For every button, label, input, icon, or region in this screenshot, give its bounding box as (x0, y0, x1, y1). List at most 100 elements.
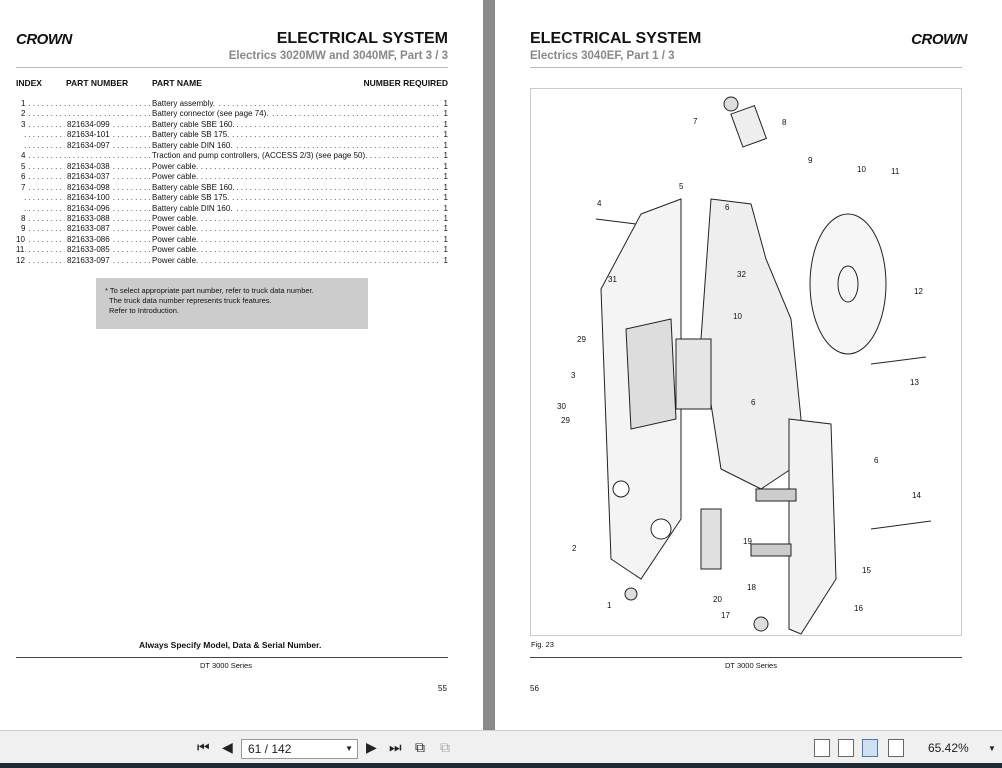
row-index: 2 (21, 109, 27, 119)
table-row: . . . . . . . . . . . . . . . . . . . . … (24, 193, 448, 203)
single-page-view-icon[interactable] (814, 739, 830, 757)
row-index: 7 (21, 182, 27, 192)
row-quantity: 1 (441, 213, 448, 223)
exploded-diagram: 7 8 9 5 4 6 10 11 12 31 32 10 29 3 30 29 6 13 6 14 19 2 15 18 20… (530, 88, 962, 649)
row-part-number: 821634-037 (65, 172, 112, 182)
row-quantity: 1 (441, 99, 448, 108)
callout-number: 29 (561, 416, 570, 425)
two-page-view-icon[interactable] (862, 739, 878, 757)
row-part-name: Traction and pump controllers, (ACCESS 2… (152, 151, 370, 161)
row-index: 10 (16, 234, 26, 244)
row-index: 3 (21, 119, 27, 129)
callout-number: 19 (743, 537, 752, 546)
table-row: . . . . . . . . . . . . . . . . . . . . … (21, 99, 448, 108)
row-index: 4 (21, 151, 27, 161)
zoom-dropdown-icon[interactable]: ▼ (988, 744, 996, 753)
row-part-name: Power cable. (152, 172, 201, 182)
row-quantity: 1 (441, 151, 448, 161)
row-part-name: Power cable. (152, 255, 201, 265)
callout-number: 14 (912, 491, 921, 500)
row-part-name: Battery cable SB 175. (152, 193, 232, 203)
note-line: * To select appropriate part number, ref… (105, 286, 314, 295)
row-quantity: 1 (441, 109, 448, 119)
callout-number: 32 (737, 270, 746, 279)
next-view-icon[interactable]: ⧉ (440, 739, 450, 756)
previous-view-icon[interactable]: ⧉ (415, 739, 425, 756)
callout-number: 16 (854, 604, 863, 613)
row-index: 8 (21, 213, 27, 223)
table-row: . . . . . . . . . . . . . . . . . . . . … (21, 161, 448, 171)
callout-number: 9 (808, 156, 813, 165)
row-part-name: Power cable. (152, 213, 201, 223)
callout-number: 30 (557, 402, 566, 411)
row-index: 9 (21, 224, 27, 234)
row-part-name: Battery cable SB 175. (152, 130, 232, 140)
page-subtitle: Electrics 3040EF, Part 1 / 3 (530, 50, 675, 62)
callout-number: 11 (891, 167, 900, 176)
zoom-level[interactable]: 65.42% (928, 741, 969, 755)
col-number-required: NUMBER REQUIRED (363, 78, 448, 88)
next-page-icon[interactable]: ▶ (366, 739, 377, 756)
table-row: . . . . . . . . . . . . . . . . . . . . … (24, 140, 448, 150)
row-quantity: 1 (441, 119, 448, 129)
row-quantity: 1 (441, 182, 448, 192)
row-part-name: Battery cable DIN 160. (152, 140, 235, 150)
col-part-number: PART NUMBER (66, 78, 129, 88)
row-part-name: Battery cable SBE 160. (152, 119, 237, 129)
callout-number: 12 (914, 287, 923, 296)
callout-number: 18 (747, 583, 756, 592)
callout-number: 15 (862, 566, 871, 575)
row-part-number: 821634-100 (65, 193, 112, 203)
taskbar-strip (0, 763, 1002, 768)
row-quantity: 1 (441, 255, 448, 265)
chevron-down-icon[interactable]: ▼ (345, 744, 353, 753)
pdf-toolbar: ⏮ ◀ 61 / 142 ▼ ▶ ⏭ ⧉ ⧉ 65.42% ▼ (0, 730, 1002, 763)
row-part-name: Power cable. (152, 234, 201, 244)
row-part-name: Battery connector (see page 74). (152, 109, 271, 119)
last-page-icon[interactable]: ⏭ (389, 739, 402, 756)
row-part-number: 821634-097 (65, 140, 112, 150)
page-number-input[interactable]: 61 / 142 ▼ (241, 739, 358, 759)
series-label: DT 3000 Series (725, 661, 777, 670)
page-title: ELECTRICAL SYSTEM (530, 30, 702, 47)
page-number-value: 61 / 142 (248, 742, 292, 756)
row-quantity: 1 (441, 203, 448, 213)
left-page: CROWN ELECTRICAL SYSTEM Electrics 3020MW… (0, 0, 483, 730)
table-row: . . . . . . . . . . . . . . . . . . . . … (24, 203, 448, 213)
row-index: 1 (21, 99, 27, 108)
divider (530, 67, 962, 68)
crown-logo: CROWN (911, 31, 967, 48)
callout-number: 8 (782, 118, 787, 127)
row-part-name: Battery assembly. (152, 99, 217, 108)
divider (16, 657, 448, 658)
row-part-number: 821634-038 (65, 161, 112, 171)
callout-number: 6 (751, 398, 756, 407)
row-part-name: Power cable. (152, 161, 201, 171)
page-number: 56 (530, 684, 539, 693)
col-part-name: PART NAME (152, 78, 202, 88)
row-part-number: 821633-097 (65, 255, 112, 265)
table-row: . . . . . . . . . . . . . . . . . . . . … (16, 234, 448, 244)
row-quantity: 1 (441, 224, 448, 234)
table-row: . . . . . . . . . . . . . . . . . . . . … (21, 119, 448, 129)
page-number: 55 (438, 684, 447, 693)
figure-label: Fig. 23 (531, 640, 554, 649)
row-part-number: 821633-086 (65, 234, 112, 244)
row-part-number: 821633-088 (65, 213, 112, 223)
callout-number: 4 (597, 199, 602, 208)
callout-number: 10 (857, 165, 866, 174)
specify-notice: Always Specify Model, Data & Serial Numb… (139, 640, 322, 650)
continuous-view-icon[interactable] (838, 739, 854, 757)
row-part-name: Battery cable DIN 160. (152, 203, 235, 213)
table-row: . . . . . . . . . . . . . . . . . . . . … (21, 172, 448, 182)
row-quantity: 1 (441, 234, 448, 244)
table-row: . . . . . . . . . . . . . . . . . . . . … (21, 213, 448, 223)
table-row: . . . . . . . . . . . . . . . . . . . . … (16, 255, 448, 265)
previous-page-icon[interactable]: ◀ (222, 739, 233, 756)
first-page-icon[interactable]: ⏮ (197, 739, 210, 756)
callout-number: 17 (721, 611, 730, 620)
callout-number: 31 (608, 275, 617, 284)
page-subtitle: Electrics 3020MW and 3040MF, Part 3 / 3 (228, 50, 448, 62)
two-page-continuous-view-icon[interactable] (888, 739, 904, 757)
row-quantity: 1 (441, 161, 448, 171)
